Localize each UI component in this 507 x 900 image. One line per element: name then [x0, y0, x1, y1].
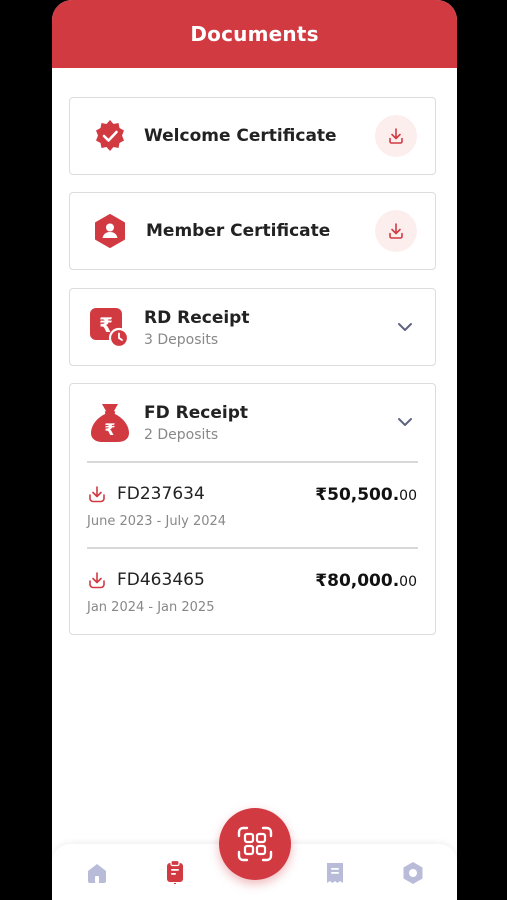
fd-receipt-title: FD Receipt [144, 403, 248, 423]
deposit-amount: ₹50,500.00 [315, 485, 417, 505]
member-hexagon-icon [90, 211, 130, 251]
download-member-button[interactable] [375, 210, 417, 252]
welcome-certificate-label: Welcome Certificate [144, 126, 337, 146]
home-icon[interactable] [84, 860, 110, 886]
deposit-id: FD237634 [117, 484, 205, 504]
deposit-amount: ₹80,000.00 [315, 571, 417, 591]
rd-receipt-title: RD Receipt [144, 308, 250, 328]
welcome-certificate-card[interactable]: Welcome Certificate [69, 97, 436, 175]
page-title: Documents [190, 22, 319, 46]
svg-text:₹: ₹ [104, 420, 115, 439]
receipt-icon[interactable] [322, 860, 348, 886]
rd-receipt-subtitle: 3 Deposits [144, 332, 219, 348]
divider [87, 547, 418, 549]
deposit-row[interactable]: FD237634 June 2023 - July 2024 ₹50,500.0… [70, 476, 435, 536]
settings-icon[interactable] [400, 860, 426, 886]
deposit-period: Jan 2024 - Jan 2025 [87, 600, 215, 615]
amount-paise: 00 [399, 574, 417, 590]
fd-receipt-subtitle: 2 Deposits [144, 427, 219, 443]
download-icon [389, 128, 403, 144]
scan-icon [237, 826, 273, 862]
app-screen: Documents Welcome Certificate Member Cer… [52, 0, 457, 900]
amount-paise: 00 [399, 488, 417, 504]
download-icon[interactable] [87, 484, 107, 504]
download-icon [389, 223, 403, 239]
deposit-id: FD463465 [117, 570, 205, 590]
divider [87, 461, 418, 463]
fd-receipt-header[interactable]: ₹ FD Receipt 2 Deposits [70, 401, 435, 445]
scan-button[interactable] [219, 808, 291, 880]
member-certificate-card[interactable]: Member Certificate [69, 192, 436, 270]
chevron-down-icon[interactable] [393, 410, 417, 434]
verified-badge-icon [90, 116, 130, 156]
amount-main: ₹80,000. [315, 571, 400, 591]
clipboard-icon[interactable] [162, 858, 188, 884]
fd-receipt-card: ₹ FD Receipt 2 Deposits FD237634 June 20… [69, 383, 436, 635]
rupee-clock-icon: ₹ [88, 306, 132, 350]
download-icon[interactable] [87, 570, 107, 590]
rd-receipt-card[interactable]: ₹ RD Receipt 3 Deposits [69, 288, 436, 366]
amount-main: ₹50,500. [315, 485, 400, 505]
money-bag-icon: ₹ [88, 401, 132, 445]
deposit-period: June 2023 - July 2024 [87, 514, 227, 529]
download-welcome-button[interactable] [375, 115, 417, 157]
page-header: Documents [52, 0, 457, 68]
member-certificate-label: Member Certificate [146, 221, 331, 241]
deposit-row[interactable]: FD463465 Jan 2024 - Jan 2025 ₹80,000.00 [70, 562, 435, 622]
chevron-down-icon[interactable] [393, 315, 417, 339]
